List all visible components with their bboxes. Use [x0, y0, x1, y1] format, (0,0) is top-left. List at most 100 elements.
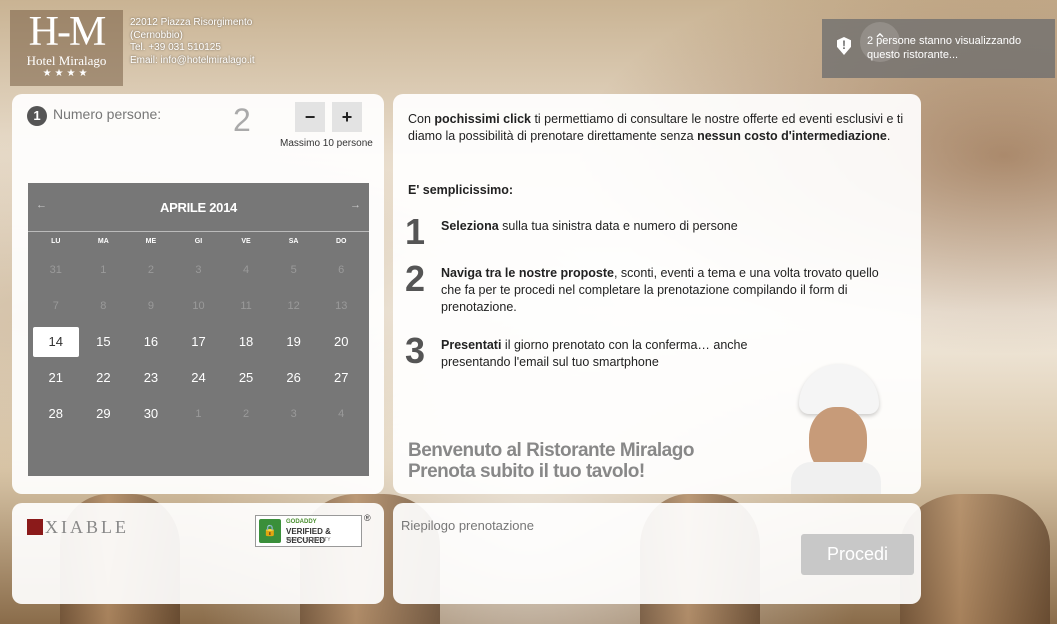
- calendar-day[interactable]: 24: [175, 360, 223, 396]
- calendar-day: 3: [195, 264, 202, 276]
- weekday-label: DO: [335, 238, 347, 245]
- calendar-day[interactable]: 30: [127, 396, 175, 432]
- proceed-button[interactable]: Procedi: [801, 534, 914, 575]
- decrease-people-button[interactable]: −: [295, 102, 325, 132]
- calendar-day[interactable]: 18: [222, 324, 270, 360]
- calendar-day[interactable]: 27: [317, 360, 365, 396]
- booking-panel: 1 Numero persone: 2 − + Massimo 10 perso…: [12, 94, 384, 494]
- calendar-days-grid: 31 1 2 3 4 5 6 7 8 9 10 11 12 13 14 15 16 17 18 19 20 21 22 23 2…: [28, 252, 369, 432]
- badge-brand: GODADDY: [286, 519, 317, 525]
- shield-icon: [837, 37, 851, 55]
- calendar-day[interactable]: 15: [80, 324, 128, 360]
- step-text: Presentati il giorno prenotato con la co…: [441, 337, 761, 371]
- calendar-day: 2: [147, 264, 154, 276]
- intro-highlight: nessun costo d'intermediazione: [697, 129, 887, 143]
- calendar-day: 4: [243, 264, 250, 276]
- step-text: Seleziona sulla tua sinistra data e nume…: [441, 218, 901, 235]
- intro-text: Con pochissimi click ti permettiamo di c…: [408, 111, 908, 145]
- chef-illustration: [779, 362, 889, 494]
- xiable-logo[interactable]: XIABLE: [27, 517, 129, 538]
- badge-subtitle: VERIFY SECURITY: [286, 537, 331, 543]
- address-phone: Tel. +39 031 510125: [130, 42, 221, 53]
- step-highlight: Presentati: [441, 338, 502, 352]
- increase-people-button[interactable]: +: [332, 102, 362, 132]
- calendar-day: 11: [240, 300, 252, 312]
- step-description: sulla tua sinistra data e numero di pers…: [498, 219, 738, 233]
- footer-brand-panel: XIABLE 🔒 GODADDY VERIFIED & SECURED VERI…: [12, 503, 384, 604]
- step-highlight: Naviga tra le nostre proposte: [441, 266, 614, 280]
- step-number: 2: [405, 258, 426, 299]
- calendar-day: 13: [335, 300, 348, 312]
- chevron-up-icon: ⌃: [873, 32, 887, 49]
- xiable-logo-mark: [27, 519, 43, 535]
- calendar-day: 3: [290, 408, 297, 420]
- calendar-day[interactable]: 28: [32, 396, 80, 432]
- step-number: 3: [405, 330, 426, 371]
- weekday-label: ME: [145, 238, 157, 245]
- hotel-logo[interactable]: H-M Hotel Miralago ★★★★: [10, 10, 123, 86]
- step-number-badge: 1: [27, 106, 47, 126]
- people-count: 2: [233, 102, 251, 138]
- welcome-message: Benvenuto al Ristorante Miralago Prenota…: [408, 440, 694, 482]
- welcome-line: Benvenuto al Ristorante Miralago: [408, 440, 694, 461]
- calendar-day-selected[interactable]: 14: [33, 327, 79, 357]
- godaddy-security-badge[interactable]: 🔒 GODADDY VERIFIED & SECURED VERIFY SECU…: [255, 515, 362, 547]
- next-month-arrow-icon[interactable]: →: [350, 199, 361, 211]
- step-number: 1: [405, 211, 426, 252]
- intro-text-part: Con: [408, 112, 435, 126]
- calendar-day[interactable]: 22: [80, 360, 128, 396]
- calendar-header: ← APRILE 2014 →: [28, 183, 369, 232]
- intro-highlight: pochissimi click: [434, 112, 531, 126]
- calendar-day[interactable]: 29: [80, 396, 128, 432]
- weekday-label: MA: [97, 238, 109, 245]
- calendar-day[interactable]: 23: [127, 360, 175, 396]
- info-panel: Con pochissimi click ti permettiamo di c…: [393, 94, 921, 494]
- weekday-label: GI: [194, 238, 203, 245]
- logo-stars: ★★★★: [42, 68, 91, 79]
- address-email: Email: info@hotelmiralago.it: [130, 54, 255, 66]
- address-city: (Cernobbio): [130, 29, 183, 41]
- viewers-notice: 2 persone stanno visualizzando questo ri…: [822, 19, 1055, 78]
- logo-mark: H-M: [28, 9, 107, 55]
- step-highlight: Seleziona: [441, 219, 499, 233]
- date-calendar: ← APRILE 2014 → LU MA ME GI VE SA DO 31 1…: [28, 183, 369, 476]
- logo-name: Hotel Miralago: [26, 53, 107, 68]
- calendar-day[interactable]: 26: [270, 360, 318, 396]
- summary-panel: Riepilogo prenotazione Procedi: [393, 503, 921, 604]
- calendar-day: 1: [100, 264, 107, 276]
- scroll-up-button[interactable]: ⌃: [860, 22, 900, 62]
- easy-heading: E' semplicissimo:: [408, 183, 514, 197]
- calendar-day: 1: [195, 408, 202, 420]
- calendar-day: 5: [290, 264, 297, 276]
- welcome-line: Prenota subito il tuo tavolo!: [408, 461, 645, 482]
- xiable-logo-text: XIABLE: [45, 517, 129, 537]
- calendar-day: 31: [49, 264, 62, 276]
- registered-mark: ®: [364, 513, 371, 523]
- people-label: Numero persone:: [53, 106, 162, 122]
- calendar-day: 12: [287, 300, 300, 312]
- step-text: Naviga tra le nostre proposte, sconti, e…: [441, 265, 901, 316]
- calendar-day[interactable]: 16: [127, 324, 175, 360]
- weekday-label: LU: [51, 238, 61, 245]
- calendar-day[interactable]: 21: [32, 360, 80, 396]
- hotel-address: 22012 Piazza Risorgimento (Cernobbio) Te…: [130, 17, 255, 67]
- calendar-day[interactable]: 25: [222, 360, 270, 396]
- calendar-day: 8: [100, 300, 107, 312]
- summary-title: Riepilogo prenotazione: [401, 518, 534, 533]
- calendar-day: 7: [52, 300, 59, 312]
- calendar-day[interactable]: 17: [175, 324, 223, 360]
- intro-text-part: .: [886, 129, 891, 143]
- weekday-label: VE: [241, 238, 251, 245]
- curtain-decoration: [900, 494, 1050, 624]
- lock-icon: 🔒: [259, 519, 281, 543]
- calendar-day: 6: [338, 264, 345, 276]
- address-line: 22012 Piazza Risorgimento: [130, 17, 253, 28]
- chef-body: [791, 462, 881, 494]
- calendar-day: 2: [243, 408, 250, 420]
- calendar-day: 9: [147, 300, 154, 312]
- calendar-day: 4: [338, 408, 345, 420]
- calendar-day: 10: [192, 300, 205, 312]
- calendar-day[interactable]: 19: [270, 324, 318, 360]
- calendar-day[interactable]: 20: [317, 324, 365, 360]
- calendar-month-title: APRILE 2014: [160, 200, 237, 215]
